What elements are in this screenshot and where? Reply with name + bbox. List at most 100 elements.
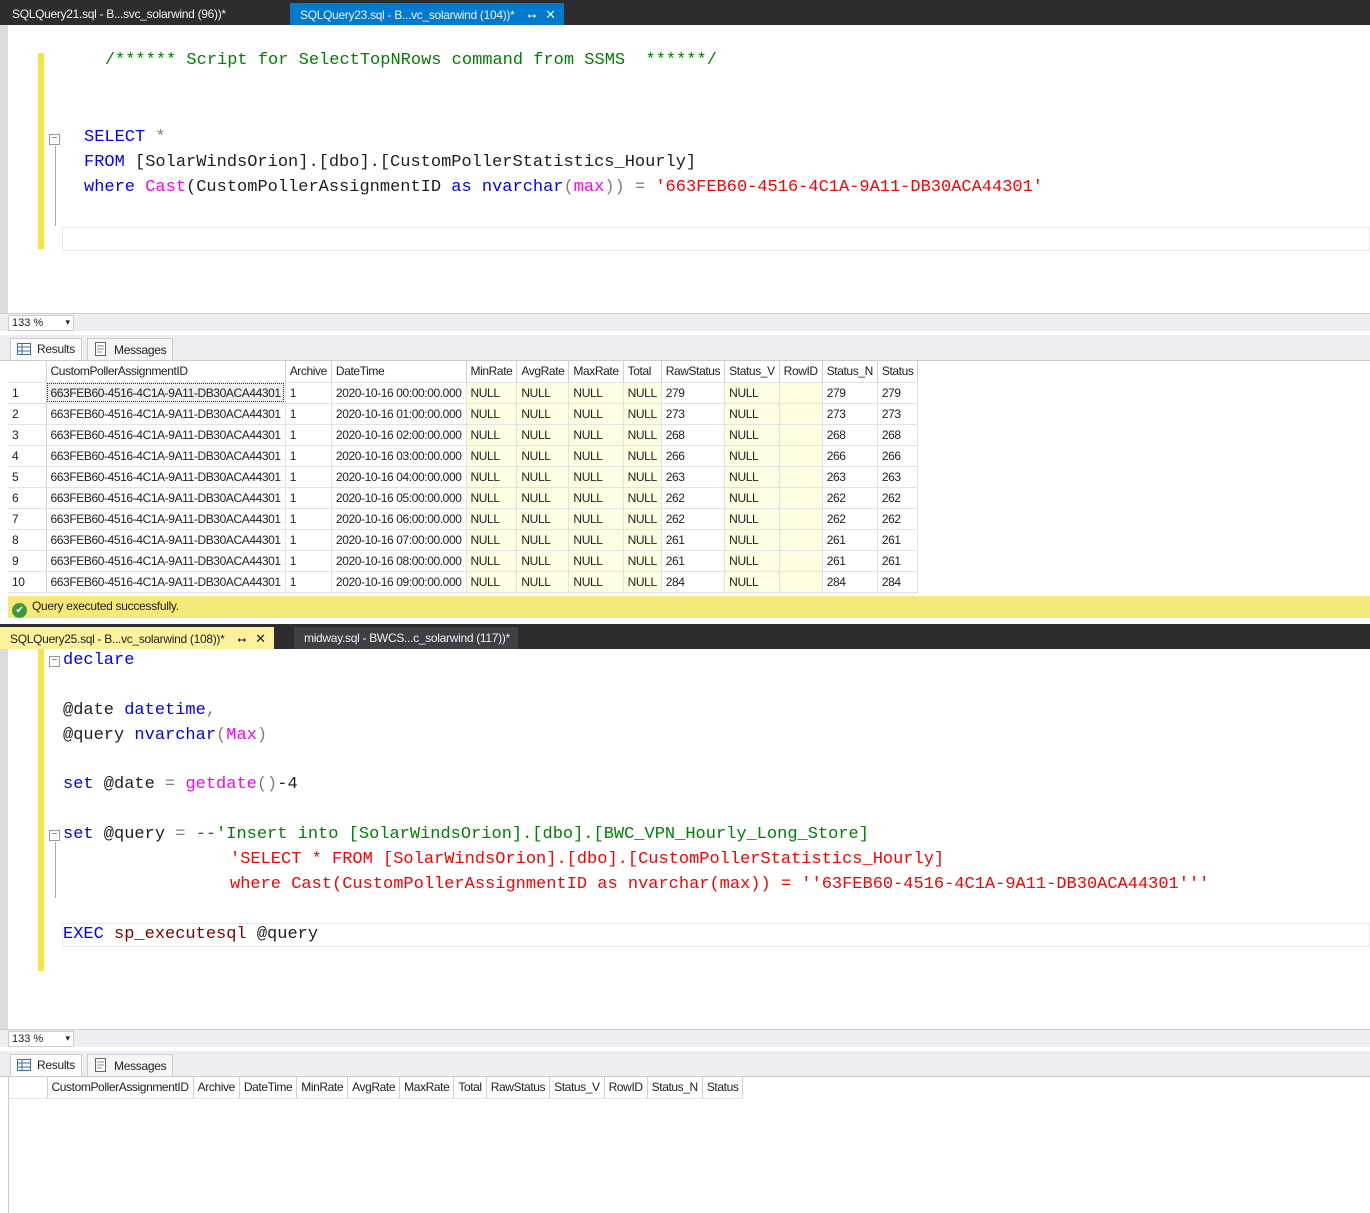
table-cell[interactable]: NULL [724,466,780,488]
column-header[interactable]: AvgRate [516,361,570,383]
table-cell[interactable]: 663FEB60-4516-4C1A-9A11-DB30ACA44301 [46,382,286,404]
table-cell[interactable]: NULL [724,571,780,593]
table-row[interactable]: 8 663FEB60-4516-4C1A-9A11-DB30ACA44301 1 20… [8,529,919,551]
table-cell[interactable]: NULL [568,571,624,593]
table-cell[interactable]: NULL [466,466,518,488]
column-header[interactable]: DateTime [331,361,467,383]
table-cell[interactable]: NULL [466,445,518,467]
table-cell[interactable]: NULL [724,403,780,425]
table-cell[interactable]: 2020-10-16 07:00:00.000 [331,529,467,551]
table-cell[interactable]: NULL [516,445,570,467]
table-cell[interactable]: 273 [661,403,726,425]
code-from-line[interactable]: FROM [SolarWindsOrion].[dbo].[CustomPoll… [84,152,696,174]
table-cell[interactable]: NULL [724,508,780,530]
table-cell[interactable]: 2020-10-16 06:00:00.000 [331,508,467,530]
close-icon[interactable]: ✕ [545,7,556,22]
table-cell[interactable]: 262 [661,487,726,509]
table-cell[interactable]: 263 [661,466,726,488]
table-cell[interactable]: 262 [877,508,919,530]
table-cell[interactable]: 2020-10-16 08:00:00.000 [331,550,467,572]
table-cell[interactable]: NULL [623,550,662,572]
table-cell[interactable]: NULL [568,403,624,425]
code-exec-line[interactable]: EXEC sp_executesql @query [63,924,318,946]
column-header[interactable]: DateTime [239,1077,298,1099]
table-cell[interactable]: 261 [877,529,919,551]
table-cell[interactable]: 663FEB60-4516-4C1A-9A11-DB30ACA44301 [46,550,286,572]
table-cell[interactable]: NULL [466,403,518,425]
table-cell[interactable]: 1 [285,403,332,425]
table-cell[interactable]: NULL [724,550,780,572]
table-cell[interactable] [779,424,823,446]
row-number[interactable]: 2 [8,403,47,425]
column-header[interactable]: RowID [779,361,823,383]
column-header[interactable]: Total [453,1077,487,1099]
table-cell[interactable]: 268 [877,424,919,446]
table-cell[interactable]: 1 [285,508,332,530]
table-cell[interactable]: 279 [822,382,878,404]
table-row[interactable]: 7 663FEB60-4516-4C1A-9A11-DB30ACA44301 1 20… [8,508,919,530]
tab-results[interactable]: Results [10,1054,82,1076]
table-cell[interactable]: 279 [877,382,919,404]
row-number[interactable]: 1 [8,382,47,404]
table-row[interactable]: 2 663FEB60-4516-4C1A-9A11-DB30ACA44301 1 20… [8,403,919,425]
table-cell[interactable]: 261 [822,529,878,551]
zoom-dropdown[interactable]: 133 % ▾ [8,315,74,331]
row-number-header[interactable] [9,1077,48,1099]
column-header[interactable]: RawStatus [661,361,726,383]
table-row[interactable]: 10 663FEB60-4516-4C1A-9A11-DB30ACA44301 1 2… [8,571,919,593]
tab-sqlquery25[interactable]: SQLQuery25.sql - B...vc_solarwind (108))… [0,627,274,649]
table-cell[interactable]: 268 [822,424,878,446]
column-header[interactable]: Status [877,361,919,383]
table-cell[interactable]: 262 [877,487,919,509]
collapse-icon[interactable]: − [49,830,60,841]
table-cell[interactable]: NULL [623,403,662,425]
column-header[interactable]: CustomPollerAssignmentID [47,1077,194,1099]
table-cell[interactable]: NULL [623,466,662,488]
column-header[interactable]: Status_V [549,1077,605,1099]
table-cell[interactable]: NULL [466,424,518,446]
table-cell[interactable]: 1 [285,445,332,467]
table-cell[interactable]: 266 [877,445,919,467]
tab-midway[interactable]: midway.sql - BWCS...c_solarwind (117))* [294,627,518,649]
table-cell[interactable]: 268 [661,424,726,446]
table-cell[interactable]: 1 [285,550,332,572]
table-cell[interactable]: 261 [822,550,878,572]
query-editor-top[interactable]: /****** Script for SelectTopNRows comman… [0,25,1370,313]
table-cell[interactable]: 261 [877,550,919,572]
table-row[interactable]: 6 663FEB60-4516-4C1A-9A11-DB30ACA44301 1 20… [8,487,919,509]
table-cell[interactable]: NULL [623,571,662,593]
pin-icon[interactable]: ⭤ [238,634,247,646]
table-cell[interactable]: 284 [822,571,878,593]
table-cell[interactable]: NULL [623,424,662,446]
results-grid-bottom[interactable]: CustomPollerAssignmentID Archive DateTime M… [8,1077,1370,1213]
tab-sqlquery21[interactable]: SQLQuery21.sql - B...svc_solarwind (96))… [2,3,234,25]
table-cell[interactable]: NULL [724,424,780,446]
table-cell[interactable] [779,445,823,467]
table-cell[interactable]: 2020-10-16 00:00:00.000 [331,382,467,404]
column-header[interactable]: Status_V [724,361,780,383]
tab-results[interactable]: Results [10,338,82,360]
table-cell[interactable]: 1 [285,487,332,509]
table-cell[interactable] [779,529,823,551]
table-cell[interactable]: NULL [516,424,570,446]
row-number[interactable]: 6 [8,487,47,509]
table-cell[interactable]: NULL [516,571,570,593]
table-cell[interactable]: 263 [822,466,878,488]
table-cell[interactable]: 663FEB60-4516-4C1A-9A11-DB30ACA44301 [46,529,286,551]
table-cell[interactable]: 266 [822,445,878,467]
code-select-line[interactable]: SELECT * [84,127,166,149]
code-query-var-line[interactable]: @query nvarchar(Max) [63,725,267,747]
table-cell[interactable]: 2020-10-16 04:00:00.000 [331,466,467,488]
table-cell[interactable]: NULL [568,424,624,446]
column-header[interactable]: MaxRate [399,1077,455,1099]
table-cell[interactable]: NULL [516,382,570,404]
table-cell[interactable]: 273 [822,403,878,425]
table-cell[interactable]: NULL [516,529,570,551]
column-header[interactable]: Status_N [822,361,878,383]
table-cell[interactable] [779,571,823,593]
table-cell[interactable]: 2020-10-16 03:00:00.000 [331,445,467,467]
column-header[interactable]: MinRate [296,1077,349,1099]
table-cell[interactable]: NULL [623,382,662,404]
row-number[interactable]: 9 [8,550,47,572]
code-string-line-1[interactable]: 'SELECT * FROM [SolarWindsOrion].[dbo].[… [230,849,944,871]
